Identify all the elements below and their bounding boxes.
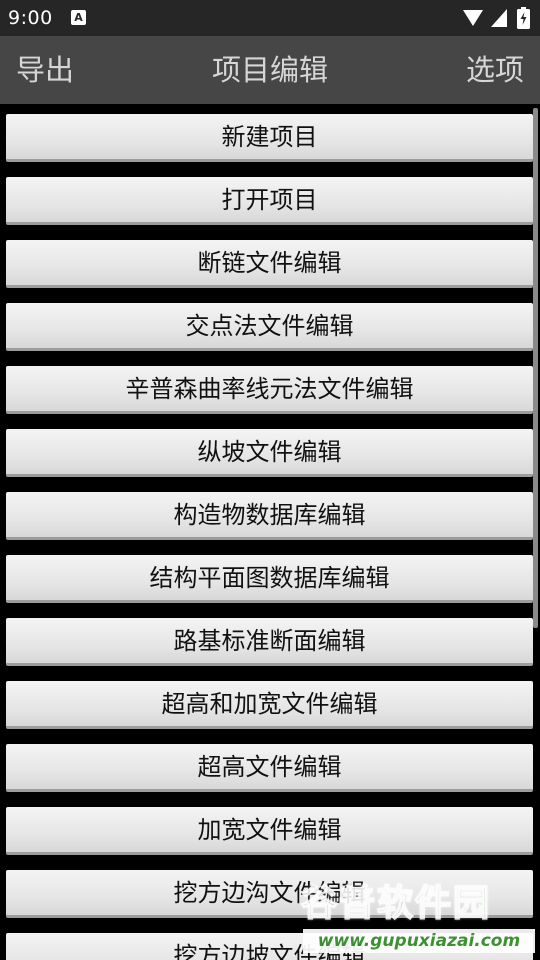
signal-icon: [463, 10, 483, 26]
status-bar: 9:00 A: [0, 0, 540, 36]
broken-chain-file-edit-button[interactable]: 断链文件编辑: [6, 240, 533, 288]
wifi-icon: [491, 9, 507, 27]
superelevation-file-edit-button[interactable]: 超高文件编辑: [6, 744, 533, 792]
new-project-button[interactable]: 新建项目: [6, 114, 533, 162]
superelevation-widening-edit-button[interactable]: 超高和加宽文件编辑: [6, 681, 533, 729]
intersection-file-edit-button[interactable]: 交点法文件编辑: [6, 303, 533, 351]
widening-file-edit-button[interactable]: 加宽文件编辑: [6, 807, 533, 855]
structure-database-edit-button[interactable]: 构造物数据库编辑: [6, 492, 533, 540]
status-time: 9:00: [8, 7, 53, 29]
menu-list[interactable]: 新建项目 打开项目 断链文件编辑 交点法文件编辑 辛普森曲率线元法文件编辑 纵坡…: [0, 104, 540, 960]
subgrade-section-edit-button[interactable]: 路基标准断面编辑: [6, 618, 533, 666]
scrollbar[interactable]: [533, 108, 538, 628]
watermark-logo: 谷普软件园: [300, 882, 492, 925]
accessibility-badge-icon: A: [71, 10, 86, 25]
battery-charging-icon: [517, 7, 530, 29]
open-project-button[interactable]: 打开项目: [6, 177, 533, 225]
watermark-url: www.gupuxiazai.com: [303, 929, 535, 953]
structure-plan-database-edit-button[interactable]: 结构平面图数据库编辑: [6, 555, 533, 603]
watermark: 谷普软件园 www.gupuxiazai.com: [295, 876, 540, 960]
app-bar: 导出 项目编辑 选项: [0, 36, 540, 104]
simpson-curvature-file-edit-button[interactable]: 辛普森曲率线元法文件编辑: [6, 366, 533, 414]
options-button[interactable]: 选项: [466, 50, 524, 90]
vertical-slope-file-edit-button[interactable]: 纵坡文件编辑: [6, 429, 533, 477]
page-title: 项目编辑: [211, 53, 328, 87]
